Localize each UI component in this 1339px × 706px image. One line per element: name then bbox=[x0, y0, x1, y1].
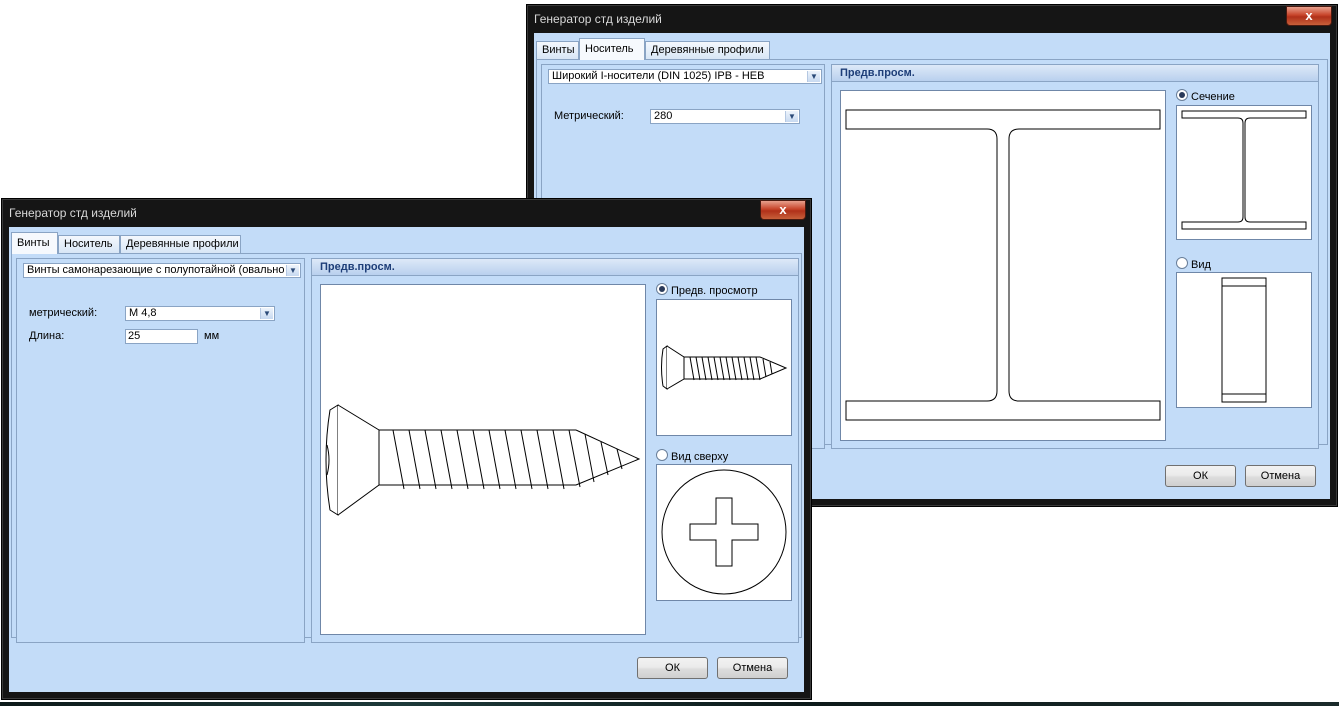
chevron-down-icon: ▼ bbox=[785, 111, 798, 122]
tab-screws[interactable]: Винты bbox=[11, 232, 58, 254]
window-title: Генератор стд изделий bbox=[9, 206, 137, 220]
screw-drawing bbox=[325, 404, 641, 516]
i-beam-thumbnail bbox=[1181, 110, 1307, 230]
i-beam-drawing bbox=[845, 109, 1161, 421]
window-titlebar[interactable]: Генератор стд изделий x bbox=[527, 5, 1337, 33]
desktop-background bbox=[0, 702, 1339, 706]
radio-section-label: Сечение bbox=[1191, 91, 1235, 103]
cancel-button[interactable]: Отмена bbox=[1245, 465, 1316, 487]
preview-title: Предв.просм. bbox=[312, 259, 798, 276]
parameters-panel: Винты самонарезающие с полупотайной (ова… bbox=[16, 258, 305, 643]
beam-side-view bbox=[1221, 277, 1267, 403]
length-unit: мм bbox=[204, 330, 220, 342]
metric-label: Метрический: bbox=[554, 110, 624, 122]
window-titlebar[interactable]: Генератор стд изделий x bbox=[2, 199, 811, 227]
tab-screws[interactable]: Винты bbox=[536, 41, 579, 59]
preview-frame: Предв.просм. Предв. просмотр Вид сверху bbox=[311, 258, 799, 643]
screw-preview bbox=[320, 284, 646, 635]
close-icon: x bbox=[1305, 8, 1313, 23]
metric-select[interactable]: М 4,8 ▼ bbox=[125, 306, 275, 321]
tab-panel: Винты самонарезающие с полупотайной (ова… bbox=[11, 253, 802, 643]
ok-button[interactable]: ОК bbox=[637, 657, 708, 679]
metric-value: М 4,8 bbox=[129, 307, 157, 319]
radio-dot-icon bbox=[656, 283, 668, 295]
tab-carrier[interactable]: Носитель bbox=[579, 38, 645, 60]
radio-view-label: Вид bbox=[1191, 259, 1211, 271]
window-client: Винты Носитель Деревянные профили Винты … bbox=[9, 227, 804, 692]
view-thumbnail bbox=[1176, 272, 1312, 408]
radio-top-view-label: Вид сверху bbox=[671, 451, 729, 463]
radio-preview[interactable]: Предв. просмотр bbox=[656, 283, 758, 297]
radio-view[interactable]: Вид bbox=[1176, 257, 1211, 271]
preview-title: Предв.просм. bbox=[832, 65, 1318, 82]
metric-value: 280 bbox=[654, 110, 673, 122]
length-input[interactable]: 25 bbox=[125, 329, 198, 344]
preview-frame: Предв.просм. Сечение Вид bbox=[831, 64, 1319, 449]
radio-dot-icon bbox=[1176, 257, 1188, 269]
window-title: Генератор стд изделий bbox=[534, 12, 662, 26]
profile-type-select[interactable]: Широкий I-носители (DIN 1025) IPB - HEB … bbox=[548, 69, 822, 84]
screw-top-view bbox=[661, 469, 787, 595]
section-thumbnail bbox=[1176, 105, 1312, 240]
radio-preview-label: Предв. просмотр bbox=[671, 285, 758, 297]
beam-section-preview bbox=[840, 90, 1166, 441]
metric-select[interactable]: 280 ▼ bbox=[650, 109, 800, 124]
close-icon: x bbox=[779, 202, 787, 217]
screw-thumbnail bbox=[661, 345, 788, 390]
close-button[interactable]: x bbox=[760, 200, 806, 220]
screw-type-value: Винты самонарезающие с полупотайной (ова… bbox=[27, 264, 284, 276]
close-button[interactable]: x bbox=[1286, 6, 1332, 26]
screw-type-select[interactable]: Винты самонарезающие с полупотайной (ова… bbox=[23, 263, 301, 278]
chevron-down-icon: ▼ bbox=[286, 265, 299, 276]
radio-top-view[interactable]: Вид сверху bbox=[656, 449, 728, 463]
radio-dot-icon bbox=[656, 449, 668, 461]
metric-label: метрический: bbox=[29, 307, 98, 319]
chevron-down-icon: ▼ bbox=[807, 71, 820, 82]
ok-button[interactable]: ОК bbox=[1165, 465, 1236, 487]
profile-type-value: Широкий I-носители (DIN 1025) IPB - HEB bbox=[552, 70, 765, 82]
tab-wood-profiles[interactable]: Деревянные профили bbox=[645, 41, 770, 59]
radio-section[interactable]: Сечение bbox=[1176, 89, 1235, 103]
tab-carrier[interactable]: Носитель bbox=[58, 235, 120, 253]
preview-thumbnail bbox=[656, 299, 792, 436]
length-label: Длина: bbox=[29, 330, 65, 342]
top-view-thumbnail bbox=[656, 464, 792, 601]
radio-dot-icon bbox=[1176, 89, 1188, 101]
cancel-button[interactable]: Отмена bbox=[717, 657, 788, 679]
chevron-down-icon: ▼ bbox=[260, 308, 273, 319]
std-generator-window-front: Генератор стд изделий x Винты Носитель Д… bbox=[1, 198, 812, 700]
tab-wood-profiles[interactable]: Деревянные профили bbox=[120, 235, 241, 253]
